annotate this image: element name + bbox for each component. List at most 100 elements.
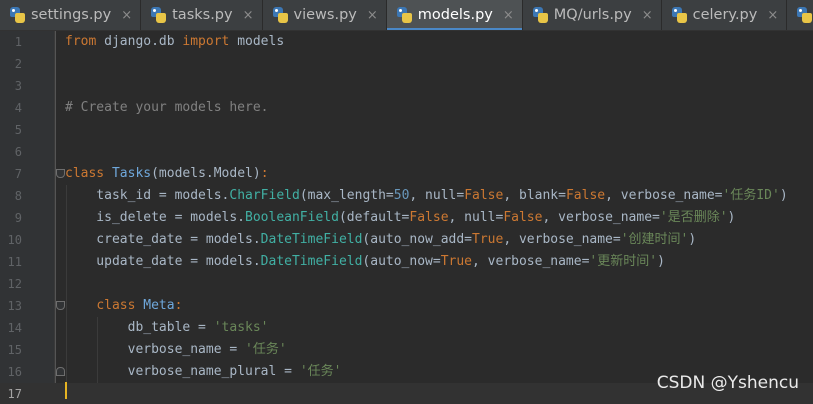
code-token: from [65, 34, 97, 49]
close-icon[interactable]: × [642, 8, 653, 23]
python-file-icon [671, 6, 689, 24]
code-token: , verbose_name= [605, 188, 723, 203]
code-token: import [182, 34, 230, 49]
code-token: update_date = models. [65, 254, 261, 269]
code-token: django.db [96, 34, 183, 49]
code-text: is_delete = models.BooleanField(default=… [65, 207, 735, 229]
line-number: 16 [7, 365, 22, 379]
close-icon[interactable]: × [767, 8, 778, 23]
close-icon[interactable]: × [367, 8, 378, 23]
line-number: 13 [7, 299, 22, 313]
code-line[interactable]: 15 verbose_name = '任务' [0, 339, 813, 361]
line-number: 5 [14, 123, 22, 137]
code-token: CharField [229, 188, 300, 203]
code-text: from django.db import models [65, 31, 284, 53]
code-token: , verbose_name= [503, 232, 621, 247]
code-text: verbose_name_plural = '任务' [65, 361, 342, 383]
line-number: 3 [14, 79, 22, 93]
line-number: 8 [14, 189, 22, 203]
code-line[interactable]: 5 [0, 119, 813, 141]
code-text: class Tasks(models.Model): [65, 163, 269, 185]
code-text: update_date = models.DateTimeField(auto_… [65, 251, 665, 273]
code-token: ) [779, 188, 788, 203]
python-file-icon [10, 6, 27, 24]
code-token: ) [688, 232, 697, 247]
code-text: db_table = 'tasks' [65, 317, 269, 339]
code-token: (models.Model) [151, 166, 261, 181]
code-token: '是否删除' [659, 210, 728, 225]
line-number: 17 [7, 387, 22, 401]
tab-label: MQ/urls.py [553, 7, 632, 23]
fold-marker-class-tasks[interactable] [56, 169, 65, 178]
line-number: 1 [14, 35, 22, 49]
line-number: 15 [7, 343, 22, 357]
code-line[interactable]: 3 [0, 75, 813, 97]
fold-end-marker[interactable] [56, 367, 65, 376]
code-token: , blank= [503, 188, 566, 203]
code-token: 'tasks' [213, 320, 269, 335]
code-token: ) [727, 210, 736, 225]
tab-celery-py[interactable]: celery.py × [662, 0, 787, 30]
tab-label: settings.py [31, 7, 112, 23]
code-line[interactable]: 4 # Create your models here. [0, 97, 813, 119]
code-token: False [565, 188, 606, 203]
close-icon[interactable]: × [243, 8, 254, 23]
code-line[interactable]: 11 update_date = models.DateTimeField(au… [0, 251, 813, 273]
tab-mq-urls-py[interactable]: MQ/urls.py × [523, 0, 661, 30]
code-token: Tasks [111, 166, 152, 181]
code-token: # Create your models here. [65, 100, 269, 115]
code-text: task_id = models.CharField(max_length=50… [65, 185, 788, 207]
watermark: CSDN @Yshencu [656, 373, 799, 393]
code-token: class [96, 298, 144, 313]
code-editor[interactable]: 17 16 verbose_name_plural = '任务' 15 verbos… [0, 31, 813, 404]
python-file-icon [797, 6, 813, 24]
line-number: 6 [14, 145, 22, 159]
line-number: 12 [7, 277, 22, 291]
code-line[interactable]: 9 is_delete = models.BooleanField(defaul… [0, 207, 813, 229]
tab-dw-test-ur[interactable]: Dw_test/ur [787, 0, 813, 30]
code-token: ) [657, 254, 665, 269]
tab-label: views.py [293, 7, 357, 23]
close-icon[interactable]: × [121, 8, 132, 23]
tab-views-py[interactable]: views.py × [263, 0, 386, 30]
code-token: BooleanField [245, 210, 339, 225]
code-token: DateTimeField [260, 254, 363, 269]
code-token: True [472, 232, 504, 247]
tab-label: celery.py [692, 7, 758, 23]
code-text: class Meta: [65, 295, 182, 317]
line-number: 4 [14, 101, 22, 115]
code-token: DateTimeField [260, 232, 363, 247]
code-token: db_table = [65, 320, 214, 335]
tab-models-py[interactable]: models.py × [386, 0, 522, 30]
python-file-icon [532, 6, 550, 24]
code-line[interactable]: 14 db_table = 'tasks' [0, 317, 813, 339]
code-token: Meta [143, 298, 175, 313]
indent-guide [97, 317, 98, 383]
code-line[interactable]: 1 from django.db import models [0, 31, 813, 53]
code-line[interactable]: 10 create_date = models.DateTimeField(au… [0, 229, 813, 251]
code-token: (auto_now_add= [362, 232, 472, 247]
code-token: (max_length= [299, 188, 394, 203]
code-line[interactable]: 6 [0, 141, 813, 163]
code-line[interactable]: 2 [0, 53, 813, 75]
editor-tab-bar: settings.py × tasks.py × views.py × models.py ×… [0, 0, 813, 31]
code-token: False [503, 210, 543, 225]
code-token: '任务' [245, 342, 287, 357]
code-line[interactable]: 8 task_id = models.CharField(max_length=… [0, 185, 813, 207]
fold-marker-class-meta[interactable] [56, 301, 65, 310]
close-icon[interactable]: × [503, 8, 514, 23]
code-token: , null= [409, 188, 465, 203]
code-token: False [464, 188, 504, 203]
code-text: verbose_name = '任务' [65, 339, 287, 361]
code-token: '更新时间' [589, 254, 658, 269]
line-number: 10 [7, 233, 22, 247]
tab-tasks-py[interactable]: tasks.py × [141, 0, 261, 30]
code-token: task_id = models. [65, 188, 230, 203]
code-token: : [174, 298, 183, 313]
code-text: # Create your models here. [65, 97, 269, 119]
code-line[interactable]: 13 class Meta: [0, 295, 813, 317]
code-line[interactable]: 7 class Tasks(models.Model): [0, 163, 813, 185]
code-line[interactable]: 12 [0, 273, 813, 295]
tab-settings-py[interactable]: settings.py × [0, 0, 140, 30]
line-number: 9 [14, 211, 22, 225]
